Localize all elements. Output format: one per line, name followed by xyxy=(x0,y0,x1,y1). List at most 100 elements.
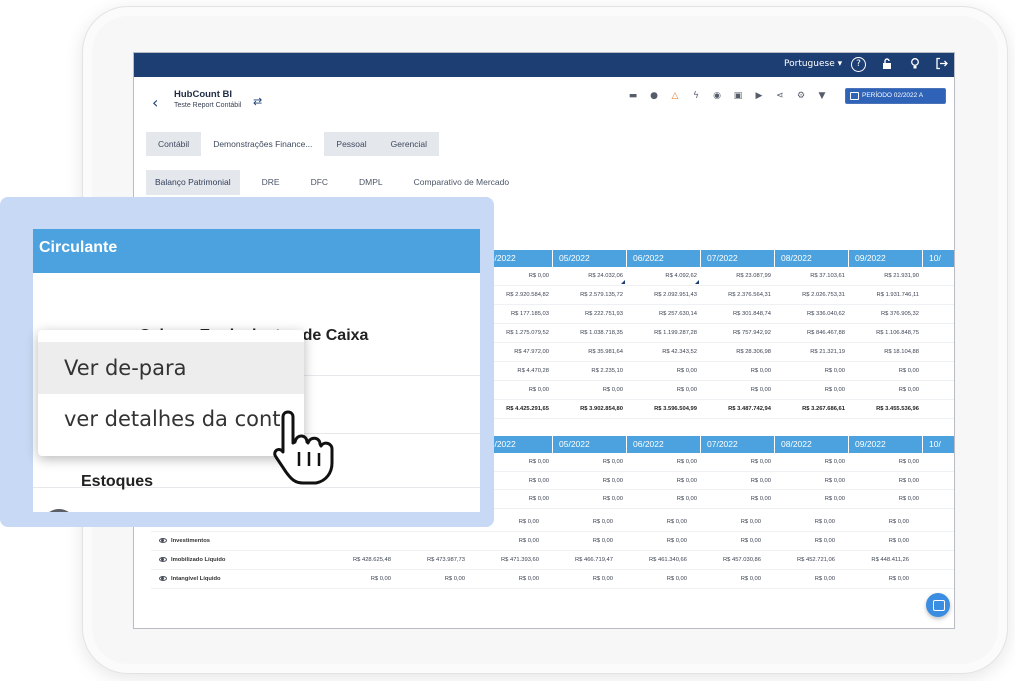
month-header: 06/2022 xyxy=(627,250,701,267)
subtab-dfc[interactable]: DFC xyxy=(302,170,337,195)
period-button[interactable]: PERÍODO 02/2022 A 11/2022 xyxy=(845,88,946,113)
back-chevron-icon[interactable]: ‹ xyxy=(152,93,158,112)
table-cell: R$ 0,00 xyxy=(814,519,835,525)
subtab-dre[interactable]: DRE xyxy=(253,170,289,195)
table-cell: R$ 37.103,61 xyxy=(810,273,845,279)
account-label[interactable]: Investimentos xyxy=(171,532,210,551)
table-cell: R$ 452.721,06 xyxy=(796,557,835,563)
table-cell: R$ 448.411,26 xyxy=(871,557,909,563)
table-cell: R$ 35.981,64 xyxy=(588,349,623,355)
bolt-icon[interactable]: ϟ xyxy=(690,90,702,102)
table-row: R$ 0,00 R$ 24.032,06 R$ 4.092,62 R$ 23.087,… xyxy=(479,267,954,286)
menu-item-ver-de-para[interactable]: Ver de-para xyxy=(38,342,304,394)
table-cell: R$ 3.902.854,80 xyxy=(580,406,623,412)
menu-item-ver-detalhes[interactable]: ver detalhes da conta xyxy=(38,393,304,445)
subtab-balanco[interactable]: Balanço Patrimonial xyxy=(146,170,240,195)
month-header: 09/2022 xyxy=(849,250,923,267)
table-cell xyxy=(923,453,954,471)
tab-pessoal[interactable]: Pessoal xyxy=(324,132,378,156)
table-cell: R$ 18.104,88 xyxy=(884,349,919,355)
subtab-dmpl[interactable]: DMPL xyxy=(350,170,392,195)
eye-icon[interactable] xyxy=(47,509,71,512)
account-estoques[interactable]: Estoques xyxy=(81,473,153,491)
account-label[interactable]: Intangível Líquido xyxy=(171,570,221,589)
table-cell xyxy=(923,362,954,380)
month-header: 05/2022 xyxy=(553,250,627,267)
table-cell: R$ 0,00 xyxy=(592,576,613,582)
table-cell: R$ 461.340,66 xyxy=(648,557,687,563)
table-cell: R$ 0,00 xyxy=(602,387,623,393)
table-row: R$ 177.185,03 R$ 222.751,93 R$ 257.630,14 R… xyxy=(479,305,954,324)
period-label: PERÍODO 02/2022 A 11/2022 xyxy=(862,92,923,113)
section-header: Circulante xyxy=(33,229,480,273)
settings-icon[interactable]: ⚙ xyxy=(795,90,807,102)
table-cell: R$ 0,00 xyxy=(824,477,845,484)
table-cell: R$ 0,00 xyxy=(888,538,909,544)
table-cell: R$ 473.987,73 xyxy=(426,557,465,563)
table-cell: R$ 301.848,74 xyxy=(732,311,771,317)
swap-report-icon[interactable]: ⇄ xyxy=(253,95,262,108)
month-header: 07/2022 xyxy=(701,250,775,267)
account-label[interactable]: Imobilizado Líquido xyxy=(171,551,225,570)
table-cell: R$ 2.092.951,43 xyxy=(654,292,697,298)
month-header: 05/2022 xyxy=(553,436,627,453)
table-cell: R$ 222.751,93 xyxy=(584,311,623,317)
table-cell: R$ 0,00 xyxy=(676,387,697,393)
table-cell: R$ 0,00 xyxy=(898,459,919,465)
table-cell: R$ 1.931.746,11 xyxy=(876,292,919,298)
language-selector[interactable]: Portuguese ▾ xyxy=(784,59,842,69)
table-cell: R$ 2.376.564,31 xyxy=(728,292,771,298)
table-cell: R$ 336.040,62 xyxy=(806,311,845,317)
table-cell: R$ 846.467,88 xyxy=(806,330,845,336)
table-cell: R$ 1.038.718,35 xyxy=(580,330,623,336)
folder-icon[interactable]: ▬ xyxy=(627,90,639,102)
table-cell: R$ 0,00 xyxy=(750,477,771,484)
divider xyxy=(303,375,480,376)
table-cell: R$ 0,00 xyxy=(602,459,623,465)
table-cell: R$ xyxy=(923,305,954,323)
balance-table-1: 04/2022 05/2022 06/2022 07/2022 08/2022 … xyxy=(479,250,954,419)
table-cell: R$ 0,00 xyxy=(750,368,771,374)
filter-icon[interactable]: ▼ xyxy=(816,90,828,102)
eye-icon[interactable] xyxy=(159,557,167,562)
image-icon[interactable]: ▣ xyxy=(732,90,744,102)
table-cell: R$ 376.905,32 xyxy=(880,311,919,317)
table-cell: R$ 0,00 xyxy=(518,576,539,582)
table-cell: R$ xyxy=(923,286,954,304)
tab-demonstracoes[interactable]: Demonstrações Finance... xyxy=(201,132,325,156)
table-header: 04/2022 05/2022 06/2022 07/2022 08/2022 … xyxy=(479,436,954,453)
language-label: Portuguese xyxy=(784,59,835,69)
month-header: 07/2022 xyxy=(701,436,775,453)
context-menu: Ver de-para ver detalhes da conta xyxy=(38,330,304,456)
table-cell: R$ xyxy=(923,324,954,342)
lightbulb-icon[interactable] xyxy=(907,57,922,72)
eye-icon[interactable] xyxy=(159,576,167,581)
share-icon[interactable]: ⋖ xyxy=(774,90,786,102)
table-cell: R$ 0,00 xyxy=(592,519,613,525)
help-icon[interactable]: ? xyxy=(851,57,866,72)
eye-icon[interactable]: ◉ xyxy=(711,90,723,102)
table-cell: R$ 0,00 xyxy=(518,538,539,544)
month-header: 08/2022 xyxy=(775,436,849,453)
unlock-icon[interactable] xyxy=(879,57,894,72)
table-cell: R$ 2.235,10 xyxy=(591,368,623,374)
tab-gerencial[interactable]: Gerencial xyxy=(379,132,439,156)
month-header: 10/ xyxy=(923,250,954,267)
pin-icon[interactable]: ● xyxy=(648,90,660,102)
table-cell: R$ 0,00 xyxy=(676,496,697,502)
eye-icon[interactable] xyxy=(159,538,167,543)
hand-pointer-icon xyxy=(273,410,334,485)
table-cell: R$ 0,00 xyxy=(676,368,697,374)
table-cell: R$ 0,00 xyxy=(824,459,845,465)
report-name: Teste Report Contábil xyxy=(174,102,242,109)
logout-icon[interactable] xyxy=(934,57,949,72)
tab-contabil[interactable]: Contábil xyxy=(146,132,201,156)
table-cell xyxy=(923,490,954,508)
subtab-comparativo[interactable]: Comparativo de Mercado xyxy=(405,170,518,195)
chat-button[interactable] xyxy=(926,593,950,617)
table-cell: R$ 0,00 xyxy=(898,477,919,484)
play-icon[interactable]: ▶ xyxy=(753,90,765,102)
table-cell: R$ 0,00 xyxy=(814,576,835,582)
warning-icon[interactable]: △ xyxy=(669,90,681,102)
table-cell: R$ 0,00 xyxy=(676,477,697,484)
